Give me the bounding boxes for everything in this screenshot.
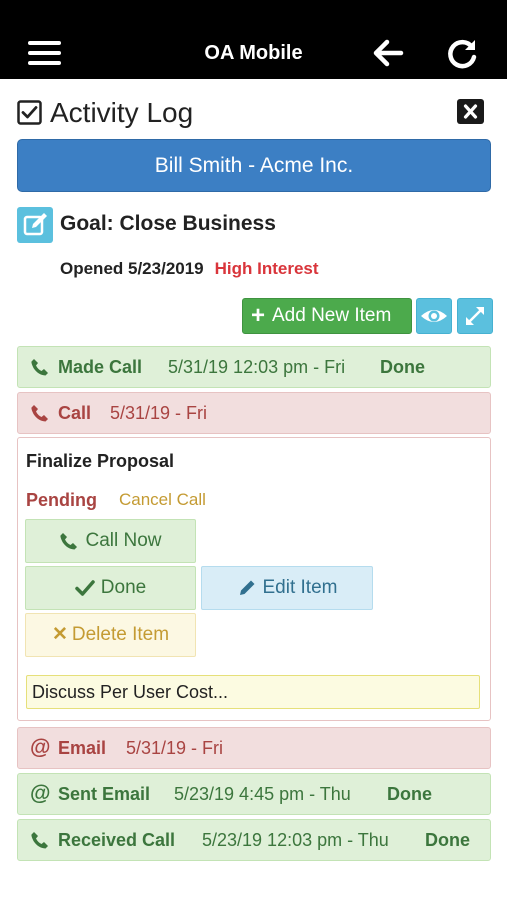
expand-button[interactable]: [457, 298, 493, 334]
close-button[interactable]: [457, 99, 484, 124]
activity-date: 5/31/19 - Fri: [110, 403, 208, 423]
activity-date: 5/31/19 12:03 pm - Fri: [168, 357, 346, 377]
phone-icon: [60, 532, 78, 550]
activity-row-call[interactable]: Call 5/31/19 - Fri: [17, 392, 491, 434]
eye-icon: [421, 310, 447, 322]
page-header: Activity Log: [17, 96, 491, 130]
expand-icon: [466, 307, 484, 325]
times-icon: ✕: [51, 624, 68, 645]
done-label: Done: [100, 577, 147, 598]
checkbox-icon: [17, 100, 42, 125]
contact-button[interactable]: Bill Smith - Acme Inc.: [17, 139, 491, 192]
activity-row-received-call[interactable]: Received Call 5/23/19 12:03 pm - Thu Don…: [17, 819, 491, 861]
activity-type: Received Call: [58, 830, 176, 850]
activity-row-email[interactable]: @ Email 5/31/19 - Fri: [17, 727, 491, 769]
add-new-item-button[interactable]: + Add New Item: [242, 298, 412, 334]
top-bar: OA Mobile: [0, 0, 507, 79]
activity-row-sent-email[interactable]: @ Sent Email 5/23/19 4:45 pm - Thu Done: [17, 773, 491, 815]
view-button[interactable]: [416, 298, 452, 334]
activity-date: 5/23/19 12:03 pm - Thu: [202, 830, 389, 850]
call-now-button[interactable]: Call Now: [25, 519, 196, 563]
delete-item-button[interactable]: ✕ Delete Item: [25, 613, 196, 657]
activity-date: 5/31/19 - Fri: [126, 738, 224, 758]
close-icon: [463, 104, 478, 119]
activity-row-made-call[interactable]: Made Call 5/31/19 12:03 pm - Fri Done: [17, 346, 491, 388]
delete-item-label: Delete Item: [71, 624, 170, 646]
activity-type: Made Call: [58, 357, 143, 377]
back-arrow-icon[interactable]: [372, 38, 404, 68]
cancel-call-link[interactable]: Cancel Call: [119, 489, 206, 511]
at-icon: @: [30, 736, 51, 759]
plus-icon: +: [251, 302, 266, 329]
goal-meta: Opened 5/23/2019 High Interest: [60, 258, 319, 280]
activity-type: Email: [58, 738, 107, 758]
interest-badge: High Interest: [214, 259, 319, 278]
phone-icon: [31, 405, 48, 422]
pencil-icon: [239, 580, 254, 595]
activity-date: 5/23/19 4:45 pm - Thu: [174, 784, 351, 804]
edit-item-label: Edit Item: [262, 577, 338, 598]
edit-goal-icon[interactable]: [17, 207, 53, 243]
call-now-label: Call Now: [85, 530, 162, 551]
menu-icon[interactable]: [28, 41, 61, 65]
activity-status: Done: [380, 357, 425, 377]
check-icon: [75, 580, 95, 596]
refresh-icon[interactable]: [446, 38, 480, 70]
opened-date: Opened 5/23/2019: [60, 259, 204, 278]
goal-title: Goal: Close Business: [60, 212, 276, 235]
activity-status: Done: [387, 784, 432, 804]
status-badge: Pending: [26, 490, 97, 510]
activity-detail-panel: Finalize Proposal Pending Cancel Call Ca…: [17, 437, 491, 721]
goal-row: Goal: Close Business: [17, 205, 491, 243]
note-field[interactable]: [26, 675, 480, 709]
detail-title: Finalize Proposal: [26, 451, 175, 471]
activity-type: Sent Email: [58, 784, 151, 804]
phone-icon: [31, 359, 48, 376]
phone-icon: [31, 832, 48, 849]
done-button[interactable]: Done: [25, 566, 196, 610]
activity-type: Call: [58, 403, 92, 423]
at-icon: @: [30, 782, 51, 805]
add-new-item-label: Add New Item: [272, 305, 392, 326]
page-title: Activity Log: [50, 97, 194, 128]
app-title: OA Mobile: [204, 42, 303, 64]
activity-status: Done: [425, 830, 470, 850]
edit-item-button[interactable]: Edit Item: [201, 566, 373, 610]
